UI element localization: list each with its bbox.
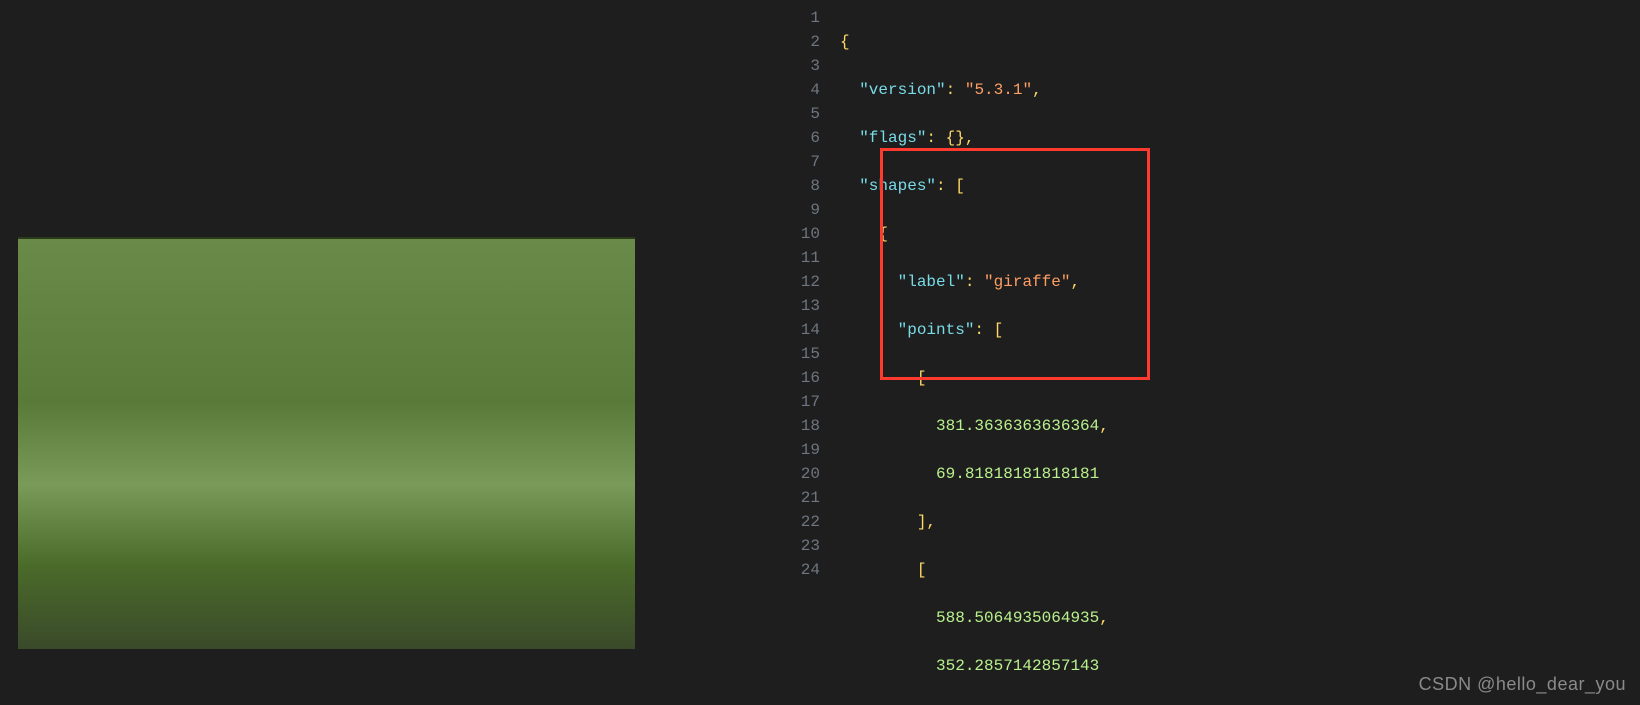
- line-number: 3: [785, 54, 820, 78]
- preview-image: [18, 237, 635, 649]
- watermark-text: CSDN @hello_dear_you: [1419, 674, 1626, 695]
- line-number: 20: [785, 462, 820, 486]
- line-number: 1: [785, 6, 820, 30]
- line-number: 22: [785, 510, 820, 534]
- line-number: 10: [785, 222, 820, 246]
- line-number: 13: [785, 294, 820, 318]
- code-line[interactable]: "label": "giraffe",: [840, 270, 1640, 294]
- line-number: 18: [785, 414, 820, 438]
- line-number: 9: [785, 198, 820, 222]
- code-line[interactable]: 381.3636363636364,: [840, 414, 1640, 438]
- line-number: 4: [785, 78, 820, 102]
- line-number: 8: [785, 174, 820, 198]
- line-number: 14: [785, 318, 820, 342]
- code-line[interactable]: 69.81818181818181: [840, 462, 1640, 486]
- line-number-gutter: 1 2 3 4 5 6 7 8 9 10 11 12 13 14 15 16 1…: [785, 0, 840, 705]
- code-editor-pane[interactable]: 1 2 3 4 5 6 7 8 9 10 11 12 13 14 15 16 1…: [785, 0, 1640, 705]
- line-number: 19: [785, 438, 820, 462]
- code-line[interactable]: {: [840, 222, 1640, 246]
- code-content[interactable]: { "version": "5.3.1", "flags": {}, "shap…: [840, 0, 1640, 705]
- code-line[interactable]: "points": [: [840, 318, 1640, 342]
- line-number: 2: [785, 30, 820, 54]
- editor-split-view: 1 2 3 4 5 6 7 8 9 10 11 12 13 14 15 16 1…: [0, 0, 1640, 705]
- image-preview-pane: [0, 0, 785, 705]
- code-line[interactable]: "flags": {},: [840, 126, 1640, 150]
- line-number: 17: [785, 390, 820, 414]
- code-line[interactable]: ],: [840, 510, 1640, 534]
- line-number: 7: [785, 150, 820, 174]
- code-line[interactable]: [: [840, 558, 1640, 582]
- code-line[interactable]: [: [840, 366, 1640, 390]
- code-line[interactable]: "version": "5.3.1",: [840, 78, 1640, 102]
- line-number: 12: [785, 270, 820, 294]
- code-line[interactable]: {: [840, 30, 1640, 54]
- line-number: 11: [785, 246, 820, 270]
- line-number: 5: [785, 102, 820, 126]
- line-number: 23: [785, 534, 820, 558]
- line-number: 24: [785, 558, 820, 582]
- line-number: 6: [785, 126, 820, 150]
- code-line[interactable]: 588.5064935064935,: [840, 606, 1640, 630]
- line-number: 21: [785, 486, 820, 510]
- line-number: 16: [785, 366, 820, 390]
- line-number: 15: [785, 342, 820, 366]
- code-line[interactable]: "shapes": [: [840, 174, 1640, 198]
